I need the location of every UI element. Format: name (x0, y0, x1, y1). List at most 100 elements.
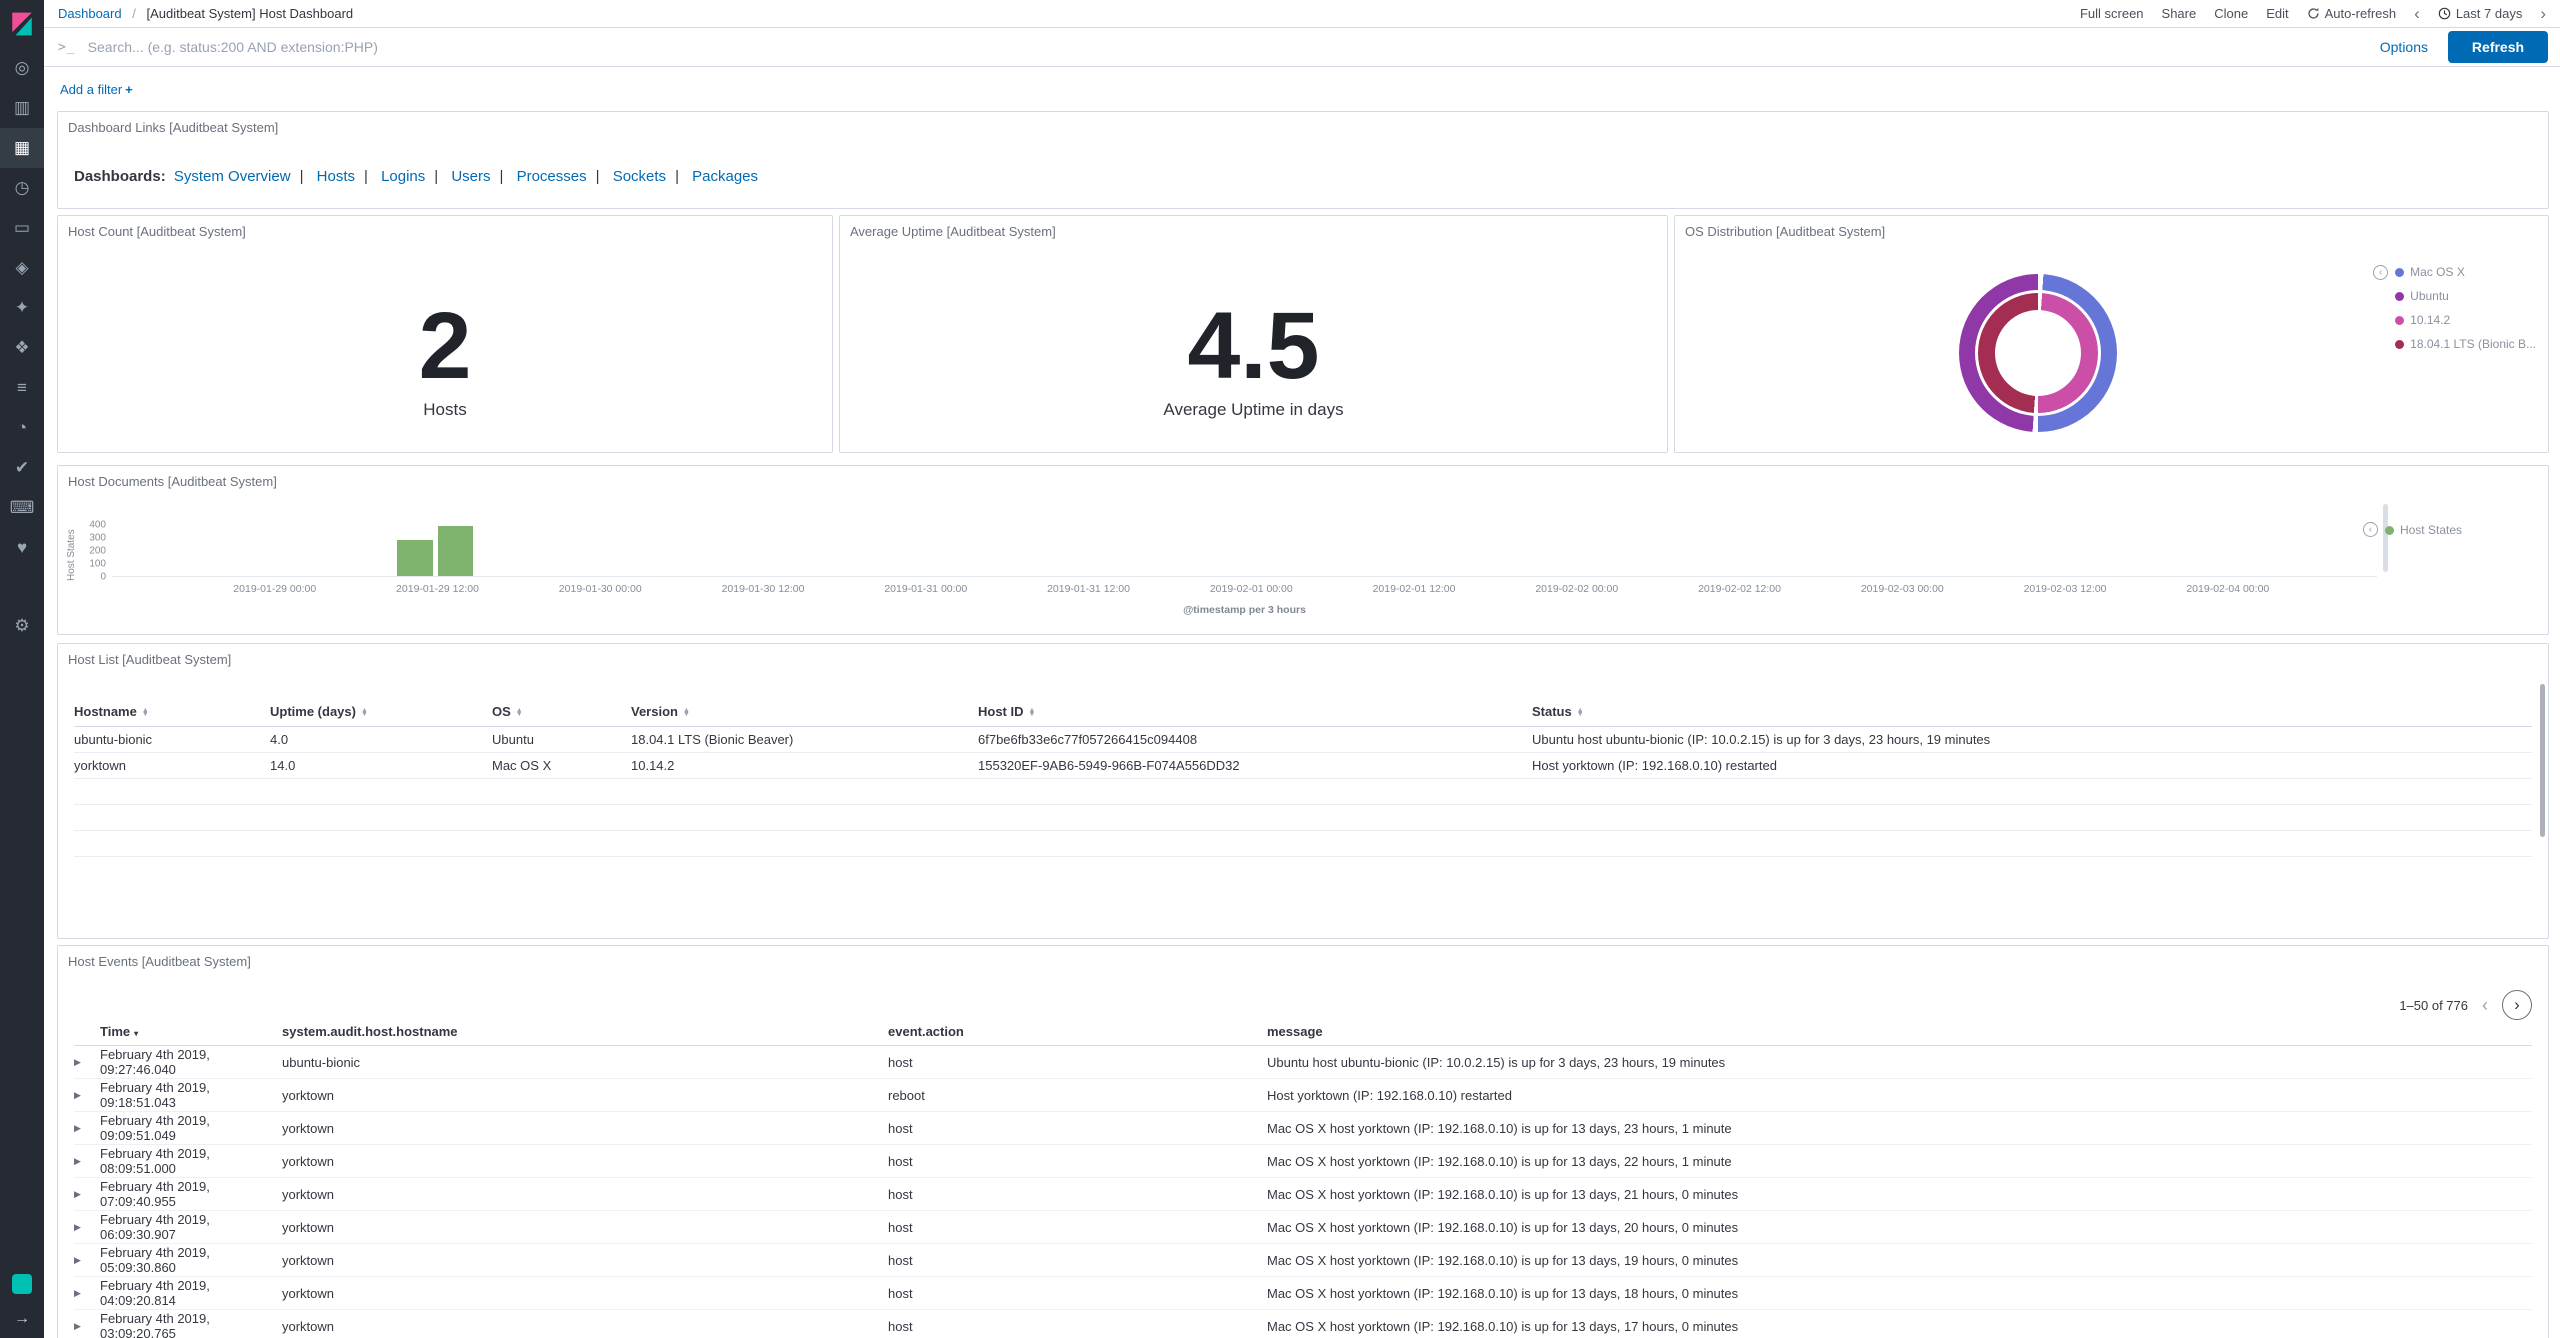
average-uptime-label: Average Uptime in days (840, 400, 1667, 420)
nav-monitoring[interactable]: ♥ (0, 528, 44, 568)
legend-toggle-icon[interactable]: ‹ (2363, 522, 2378, 537)
sort-desc-icon: ▾ (134, 1029, 138, 1038)
row-expand-button[interactable]: ▶ (74, 1255, 100, 1266)
legend-dot (2395, 340, 2404, 349)
query-options-link[interactable]: Options (2380, 39, 2428, 55)
nav-logs[interactable]: ≡ (0, 368, 44, 408)
column-header-message[interactable]: message (1267, 1024, 2532, 1039)
panel-title: Host Events [Auditbeat System] (58, 946, 2548, 969)
next-page-button[interactable]: › (2502, 990, 2532, 1020)
host-list-scrollbar[interactable] (2540, 684, 2545, 837)
column-header-status[interactable]: Status▲▼ (1532, 704, 2532, 719)
column-header-time[interactable]: Time▾ (100, 1024, 282, 1039)
column-header-host-id[interactable]: Host ID▲▼ (978, 704, 1532, 719)
row-expand-button[interactable]: ▶ (74, 1222, 100, 1233)
dashboards-label: Dashboards: (74, 168, 166, 185)
os-distribution-donut[interactable] (1959, 274, 2117, 432)
host-count-label: Hosts (58, 400, 832, 420)
previous-page-button[interactable]: ‹ (2482, 995, 2488, 1016)
x-axis-title: @timestamp per 3 hours (112, 604, 2377, 616)
legend-item-mac-os-x[interactable]: Mac OS X (2395, 260, 2536, 284)
clone-button[interactable]: Clone (2214, 6, 2248, 21)
panel-title: Host Count [Auditbeat System] (58, 216, 832, 239)
refresh-button[interactable]: Refresh (2448, 31, 2548, 63)
status-badge (12, 1274, 32, 1294)
table-row: ▶ February 4th 2019, 04:09:20.814 yorkto… (74, 1277, 2532, 1310)
nav-management[interactable]: ⚙ (0, 606, 44, 646)
edit-button[interactable]: Edit (2266, 6, 2288, 21)
column-header-event-action[interactable]: event.action (888, 1024, 1267, 1039)
dashboard-link-system-overview[interactable]: System Overview (174, 168, 291, 185)
panel-title: Dashboard Links [Auditbeat System] (58, 112, 2548, 135)
legend-item-host-states[interactable]: Host States (2385, 518, 2462, 542)
sort-icon: ▲▼ (516, 709, 523, 717)
nav-maps[interactable]: ◈ (0, 248, 44, 288)
row-expand-button[interactable]: ▶ (74, 1123, 100, 1134)
legend-item-10-14-2[interactable]: 10.14.2 (2395, 308, 2536, 332)
plus-icon: + (125, 82, 133, 97)
row-expand-button[interactable]: ▶ (74, 1288, 100, 1299)
legend-dot (2395, 316, 2404, 325)
share-button[interactable]: Share (2162, 6, 2197, 21)
column-header-hostname[interactable]: system.audit.host.hostname (282, 1024, 888, 1039)
legend-toggle-icon[interactable]: ‹ (2373, 265, 2388, 280)
gear-icon: ⚙ (14, 616, 29, 636)
row-expand-button[interactable]: ▶ (74, 1090, 100, 1101)
refresh-icon (2307, 7, 2320, 20)
nav-machine-learning[interactable]: ✦ (0, 288, 44, 328)
host-documents-bars[interactable] (112, 525, 2377, 577)
row-expand-button[interactable]: ▶ (74, 1321, 100, 1332)
nav-uptime[interactable]: ✔ (0, 448, 44, 488)
full-screen-button[interactable]: Full screen (2080, 6, 2144, 21)
search-input[interactable] (88, 39, 2370, 55)
top-bar: Dashboard / [Auditbeat System] Host Dash… (44, 0, 2560, 27)
dashboard-link-logins[interactable]: Logins (381, 168, 425, 185)
nav-canvas[interactable]: ▭ (0, 208, 44, 248)
legend-item-18-04-1[interactable]: 18.04.1 LTS (Bionic B... (2395, 332, 2536, 356)
panel-title: Host Documents [Auditbeat System] (58, 466, 2548, 489)
breadcrumb-dashboard-link[interactable]: Dashboard (58, 6, 122, 21)
chart-bar[interactable] (438, 526, 474, 576)
time-back-button[interactable]: ‹ (2414, 5, 2420, 22)
panel-host-documents: Host Documents [Auditbeat System] Host S… (57, 465, 2549, 635)
table-row: ▶ February 4th 2019, 08:09:51.000 yorkto… (74, 1145, 2532, 1178)
dashboard-link-packages[interactable]: Packages (692, 168, 758, 185)
maps-icon: ◈ (15, 258, 28, 278)
column-header-uptime[interactable]: Uptime (days)▲▼ (270, 704, 492, 719)
nav-collapse-button[interactable]: → (14, 1310, 30, 1328)
column-header-hostname[interactable]: Hostname▲▼ (74, 704, 270, 719)
nav-dashboard[interactable]: ▦ (0, 128, 44, 168)
column-header-os[interactable]: OS▲▼ (492, 704, 631, 719)
filter-bar: Add a filter+ (44, 67, 2560, 111)
table-row: ▶ February 4th 2019, 07:09:40.955 yorkto… (74, 1178, 2532, 1211)
dashboard-link-users[interactable]: Users (451, 168, 490, 185)
add-filter-link[interactable]: Add a filter+ (60, 82, 133, 97)
dashboard-link-sockets[interactable]: Sockets (613, 168, 666, 185)
clock-icon (2438, 7, 2451, 20)
dashboard-link-processes[interactable]: Processes (517, 168, 587, 185)
sort-icon: ▲▼ (1029, 709, 1036, 717)
kibana-logo[interactable] (0, 0, 44, 48)
row-expand-button[interactable]: ▶ (74, 1057, 100, 1068)
chart-bar[interactable] (397, 540, 433, 576)
nav-apm[interactable]: ◔ (0, 408, 44, 448)
row-expand-button[interactable]: ▶ (74, 1189, 100, 1200)
sort-icon: ▲▼ (683, 709, 690, 717)
column-header-version[interactable]: Version▲▼ (631, 704, 978, 719)
nav-timelion[interactable]: ◷ (0, 168, 44, 208)
nav-discover[interactable]: ◎ (0, 48, 44, 88)
table-row: yorktown 14.0 Mac OS X 10.14.2 155320EF-… (74, 753, 2532, 779)
panel-os-distribution: OS Distribution [Auditbeat System] ‹ Mac… (1674, 215, 2549, 453)
row-expand-button[interactable]: ▶ (74, 1156, 100, 1167)
time-forward-button[interactable]: › (2540, 5, 2546, 22)
page-title: [Auditbeat System] Host Dashboard (146, 6, 353, 21)
table-row-empty (74, 805, 2532, 831)
time-picker-button[interactable]: Last 7 days (2438, 6, 2523, 21)
legend-item-ubuntu[interactable]: Ubuntu (2395, 284, 2536, 308)
auto-refresh-button[interactable]: Auto-refresh (2307, 6, 2397, 21)
table-row-empty (74, 831, 2532, 857)
nav-visualize[interactable]: ▥ (0, 88, 44, 128)
dashboard-link-hosts[interactable]: Hosts (317, 168, 355, 185)
nav-infrastructure[interactable]: ❖ (0, 328, 44, 368)
nav-dev-tools[interactable]: ⌨ (0, 488, 44, 528)
